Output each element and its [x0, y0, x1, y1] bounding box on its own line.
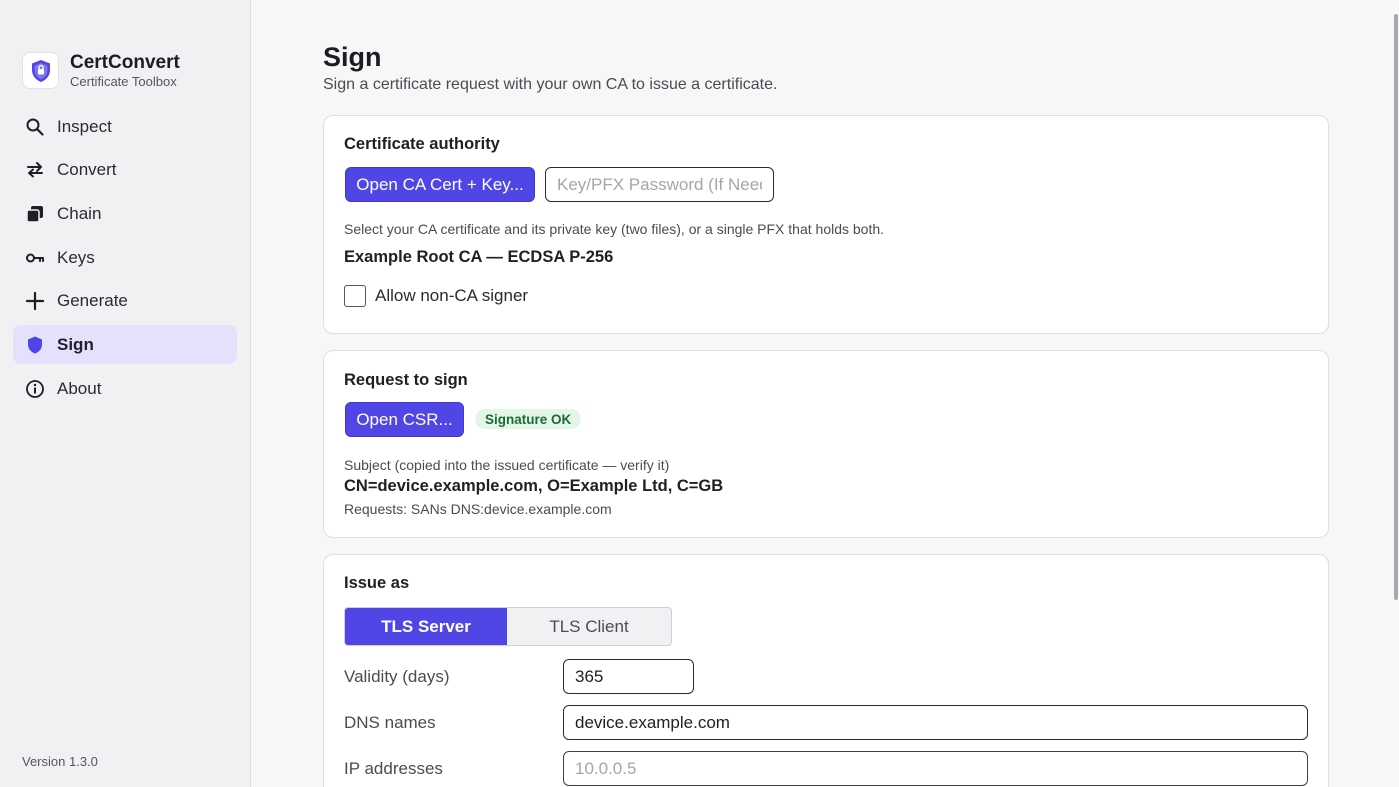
app-subtitle: Certificate Toolbox [70, 74, 177, 89]
certificate-authority-card: Certificate authority Open CA Cert + Key… [323, 115, 1329, 334]
sidebar-item-generate[interactable]: Generate [13, 282, 237, 321]
brand: CertConvert Certificate Toolbox [22, 52, 180, 89]
request-to-sign-card: Request to sign Open CSR... Signature OK… [323, 350, 1329, 538]
sidebar-item-keys[interactable]: Keys [13, 238, 237, 277]
page-subtitle: Sign a certificate request with your own… [323, 76, 778, 93]
profile-selector: TLS Server TLS Client [344, 607, 672, 646]
app-logo-icon [22, 52, 59, 89]
shield-icon [25, 335, 45, 355]
csr-subject: CN=device.example.com, O=Example Ltd, C=… [344, 477, 724, 495]
sidebar-nav: Inspect Convert Chain Keys Generate Sign… [13, 107, 237, 413]
swap-arrows-icon [25, 160, 45, 180]
scrollbar[interactable] [1394, 14, 1398, 600]
card-title: Issue as [344, 574, 410, 592]
app-name: CertConvert [70, 52, 180, 73]
plus-icon [25, 291, 45, 311]
sidebar-item-inspect[interactable]: Inspect [13, 107, 237, 146]
key-icon [25, 248, 45, 268]
tab-tls-client[interactable]: TLS Client [507, 608, 671, 645]
ip-addresses-label: IP addresses [344, 759, 443, 778]
sidebar-item-label: Chain [57, 203, 102, 223]
stacked-layers-icon [25, 204, 45, 224]
sidebar-item-label: Sign [57, 334, 94, 354]
status-badge: Signature OK [475, 409, 582, 429]
page-title: Sign [323, 42, 382, 72]
validity-days-input[interactable] [563, 659, 694, 694]
key-password-input[interactable] [545, 167, 774, 202]
ip-addresses-input[interactable] [563, 751, 1308, 786]
card-title: Request to sign [344, 371, 468, 389]
version-label: Version 1.3.0 [22, 754, 98, 769]
selected-ca-name: Example Root CA — ECDSA P-256 [344, 248, 614, 266]
allow-non-ca-checkbox[interactable] [344, 285, 366, 307]
sidebar-item-sign[interactable]: Sign [13, 325, 237, 365]
sidebar-item-label: Convert [57, 160, 117, 180]
allow-non-ca-label[interactable]: Allow non-CA signer [375, 286, 528, 306]
sidebar-item-about[interactable]: About [13, 369, 237, 408]
requested-sans: Requests: SANs DNS:device.example.com [344, 501, 612, 517]
dns-names-label: DNS names [344, 713, 436, 732]
sidebar-item-convert[interactable]: Convert [13, 151, 237, 190]
ca-help-text: Select your CA certificate and its priva… [344, 221, 885, 237]
dns-names-input[interactable] [563, 705, 1308, 740]
sidebar-item-chain[interactable]: Chain [13, 194, 237, 233]
sidebar-item-label: Keys [57, 247, 95, 267]
card-title: Certificate authority [344, 135, 500, 153]
search-icon [25, 117, 45, 137]
open-ca-cert-key-button[interactable]: Open CA Cert + Key... [345, 167, 535, 202]
sidebar: CertConvert Certificate Toolbox Inspect … [0, 0, 251, 787]
sidebar-item-label: Inspect [57, 116, 112, 136]
open-csr-button[interactable]: Open CSR... [345, 402, 464, 437]
validity-label: Validity (days) [344, 667, 450, 686]
tab-tls-server[interactable]: TLS Server [345, 608, 507, 645]
sidebar-item-label: About [57, 378, 102, 398]
sidebar-item-label: Generate [57, 291, 128, 311]
info-icon [25, 379, 45, 399]
issue-as-card: Issue as TLS Server TLS Client Validity … [323, 554, 1329, 787]
subject-help-text: Subject (copied into the issued certific… [344, 457, 670, 473]
